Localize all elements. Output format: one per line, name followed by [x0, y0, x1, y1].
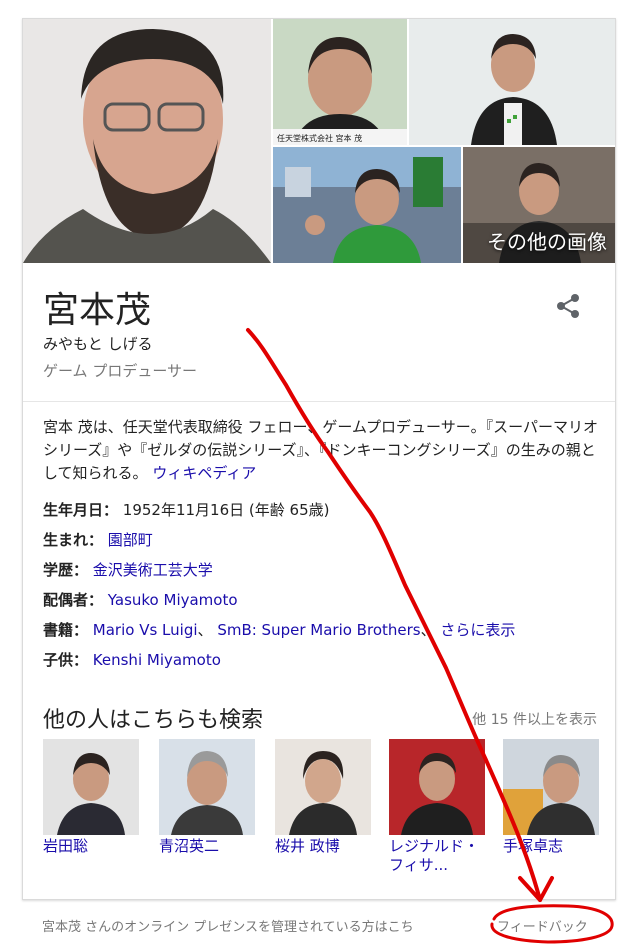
related-person[interactable]: 桜井 政博 — [275, 739, 371, 856]
related-person[interactable]: レジナルド・フィサ... — [389, 739, 485, 875]
books-more-link[interactable]: さらに表示 — [440, 621, 515, 639]
related-see-more[interactable]: 他 15 件以上を表示 — [472, 709, 597, 729]
related-person[interactable]: 青沼英二 — [159, 739, 255, 856]
related-title: 他の人はこちらも検索 — [43, 708, 264, 733]
person-photo[interactable] — [43, 739, 139, 835]
related-person[interactable]: 手塚卓志 — [503, 739, 599, 856]
knowledge-panel: 任天堂株式会社 宮本 茂 その他の画像 宮本茂 みやもと しげる ゲーム プロデ… — [22, 18, 616, 900]
fact-education: 学歴： 金沢美術工芸大学 — [43, 559, 213, 580]
book-link-1[interactable]: Mario Vs Luigi — [93, 621, 198, 639]
fact-spouse: 配偶者： Yasuko Miyamoto — [43, 589, 238, 610]
feedback-link[interactable]: フィードバック — [497, 916, 588, 935]
fact-books: 書籍： Mario Vs Luigi、 SmB: Super Mario Bro… — [43, 619, 515, 640]
book-link-2[interactable]: SmB: Super Mario Brothers — [217, 621, 420, 639]
photo-tile-3[interactable] — [273, 147, 461, 263]
fact-education-label: 学歴： — [43, 561, 89, 579]
fact-spouse-label: 配偶者： — [43, 591, 104, 609]
fact-birth-label: 生年月日： — [43, 501, 119, 519]
fact-children-label: 子供： — [43, 651, 89, 669]
fact-birth-value: 1952年11月16日 (年齢 65歳) — [122, 501, 330, 519]
entity-role: ゲーム プロデューサー — [43, 362, 198, 380]
footer-claim-text[interactable]: 宮本茂 さんのオンライン プレゼンスを管理されている方はこち — [42, 916, 414, 935]
person-photo[interactable] — [389, 739, 485, 835]
fact-born-label: 生まれ： — [43, 531, 104, 549]
fact-birth: 生年月日： 1952年11月16日 (年齢 65歳) — [43, 499, 329, 520]
tile1-caption: 任天堂株式会社 宮本 茂 — [277, 133, 362, 143]
main-photo[interactable] — [23, 19, 271, 263]
fact-born-link[interactable]: 園部町 — [108, 531, 153, 549]
description-text: 宮本 茂は、任天堂代表取締役 フェロー、ゲームプロデューサー。『スーパーマリオシ… — [43, 418, 598, 482]
person-photo[interactable] — [275, 739, 371, 835]
description: 宮本 茂は、任天堂代表取締役 フェロー、ゲームプロデューサー。『スーパーマリオシ… — [43, 416, 598, 485]
wikipedia-link[interactable]: ウィキペディア — [152, 464, 256, 482]
entity-reading: みやもと しげる — [43, 335, 153, 353]
entity-name: 宮本茂 — [43, 290, 152, 331]
person-name[interactable]: 手塚卓志 — [503, 837, 563, 855]
photo-tile-2[interactable] — [409, 19, 615, 145]
person-name[interactable]: 青沼英二 — [159, 837, 219, 855]
person-name[interactable]: 岩田聡 — [43, 837, 88, 855]
share-icon[interactable] — [553, 291, 583, 321]
book-separator: 、 — [197, 621, 213, 639]
fact-spouse-link[interactable]: Yasuko Miyamoto — [108, 591, 238, 609]
person-name[interactable]: レジナルド・フィサ... — [389, 837, 479, 874]
fact-born: 生まれ： 園部町 — [43, 529, 153, 550]
more-images-tile[interactable]: その他の画像 — [463, 147, 615, 263]
photo-tile-1[interactable]: 任天堂株式会社 宮本 茂 — [273, 19, 407, 145]
fact-education-link[interactable]: 金沢美術工芸大学 — [93, 561, 213, 579]
book-separator: 、 — [420, 621, 436, 639]
more-images-label[interactable]: その他の画像 — [487, 226, 607, 255]
fact-books-label: 書籍： — [43, 621, 89, 639]
section-divider — [23, 401, 615, 402]
fact-children: 子供： Kenshi Miyamoto — [43, 649, 221, 670]
person-name[interactable]: 桜井 政博 — [275, 837, 340, 855]
person-photo[interactable] — [159, 739, 255, 835]
person-photo[interactable] — [503, 739, 599, 835]
fact-children-link[interactable]: Kenshi Miyamoto — [93, 651, 221, 669]
related-person[interactable]: 岩田聡 — [43, 739, 139, 856]
